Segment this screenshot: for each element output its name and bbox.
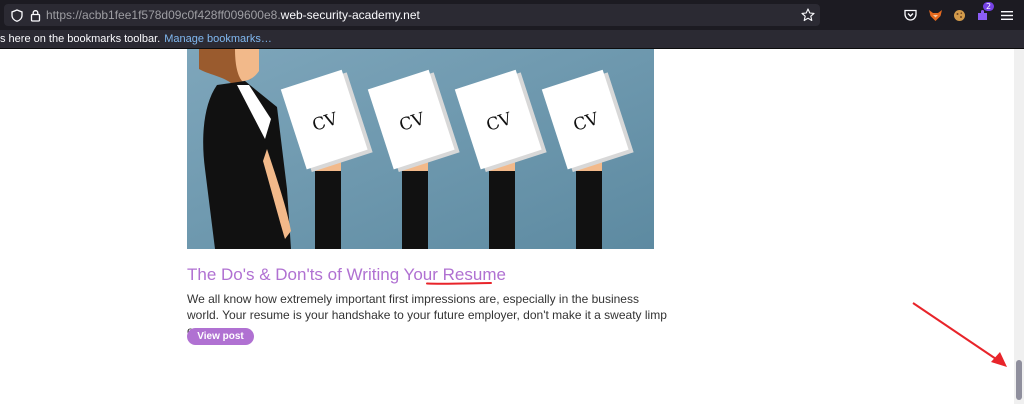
- bookmark-star-icon[interactable]: [800, 7, 816, 23]
- cookie-extension-icon[interactable]: [951, 7, 967, 23]
- extensions-badge: 2: [983, 2, 994, 11]
- underline-annotation: [426, 282, 492, 285]
- post-title-text: The Do's & Don'ts of Writing Your: [187, 265, 443, 284]
- extensions-icon[interactable]: 2: [974, 2, 994, 23]
- manage-bookmarks-link[interactable]: Manage bookmarks…: [164, 33, 272, 45]
- address-bar[interactable]: https://acbb1fee1f578d09c0f428ff009600e8…: [4, 4, 820, 26]
- arrow-annotation: [912, 302, 1007, 367]
- scrollbar[interactable]: [1014, 49, 1024, 404]
- lock-icon[interactable]: [28, 8, 42, 22]
- fox-extension-icon[interactable]: [927, 7, 943, 23]
- url-domain: web-security-academy.net: [280, 8, 420, 22]
- post-description: We all know how extremely important firs…: [187, 292, 667, 338]
- menu-icon[interactable]: [999, 7, 1015, 23]
- pocket-icon[interactable]: [902, 7, 918, 23]
- url-text[interactable]: https://acbb1fee1f578d09c0f428ff009600e8…: [46, 8, 420, 22]
- bookmarks-toolbar: s here on the bookmarks toolbar. Manage b…: [0, 30, 1024, 49]
- bookmarks-empty-text: s here on the bookmarks toolbar. Manage b…: [0, 32, 272, 46]
- view-post-button[interactable]: View post: [187, 328, 254, 345]
- browser-toolbar: https://acbb1fee1f578d09c0f428ff009600e8…: [0, 0, 1024, 30]
- url-prefix: https://acbb1fee1f578d09c0f428ff009600e8…: [46, 8, 281, 22]
- bookmarks-hint: s here on the bookmarks toolbar.: [0, 33, 161, 45]
- scrollbar-thumb[interactable]: [1016, 360, 1022, 400]
- browser-window: https://acbb1fee1f578d09c0f428ff009600e8…: [0, 0, 1024, 404]
- post-image[interactable]: CV CV CV CV: [187, 49, 654, 249]
- shield-icon[interactable]: [10, 8, 24, 22]
